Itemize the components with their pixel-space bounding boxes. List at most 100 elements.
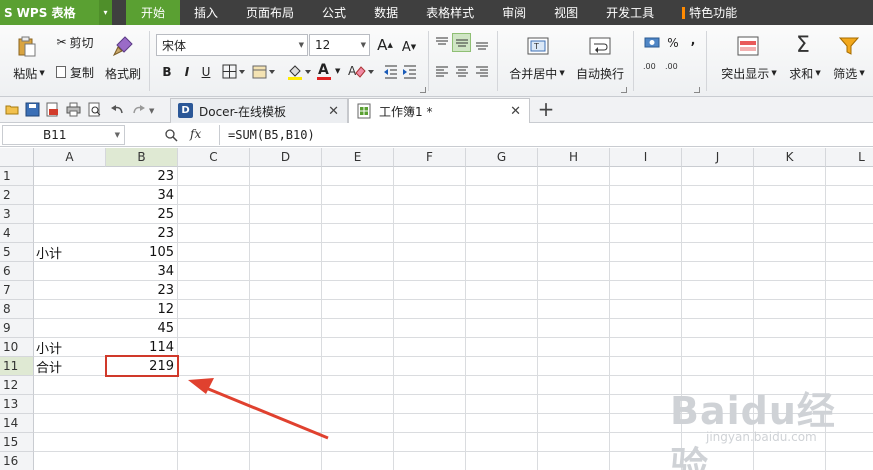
column-header-c[interactable]: C (178, 148, 250, 167)
row-header-1[interactable]: 1 (0, 167, 34, 186)
clear-format-icon[interactable]: A (347, 63, 375, 81)
cell-b6[interactable]: 34 (106, 262, 178, 281)
align-top-icon[interactable] (434, 35, 450, 51)
align-middle-button[interactable] (452, 33, 471, 52)
align-left-icon[interactable] (434, 64, 450, 80)
tab-docer[interactable]: D Docer-在线模板 ✕ (170, 98, 348, 123)
sum-button[interactable]: 求和 ▼ (785, 65, 825, 81)
column-header-d[interactable]: D (250, 148, 322, 167)
filter-button[interactable]: 筛选 ▼ (828, 65, 870, 81)
chevron-down-icon[interactable]: ▼ (149, 107, 154, 115)
menu-insert[interactable]: 插入 (180, 0, 232, 25)
save-icon[interactable] (25, 102, 40, 117)
indent-decrease-icon[interactable] (383, 64, 399, 80)
cell-b4[interactable]: 23 (106, 224, 178, 243)
cell-b8[interactable]: 12 (106, 300, 178, 319)
cell-b1[interactable]: 23 (106, 167, 178, 186)
alignment-dialog-launcher[interactable] (621, 87, 627, 93)
row-header-13[interactable]: 13 (0, 395, 34, 414)
zoom-function-icon[interactable] (164, 128, 178, 142)
highlight-button[interactable]: 突出显示 ▼ (717, 65, 781, 81)
align-right-icon[interactable] (474, 64, 490, 80)
currency-icon[interactable] (644, 35, 662, 51)
close-icon[interactable]: ✕ (510, 104, 521, 119)
cell-b9[interactable]: 45 (106, 319, 178, 338)
font-name-select[interactable]: 宋体 ▼ (156, 34, 308, 56)
paste-button[interactable]: 粘贴 ▼ (9, 65, 49, 81)
menu-developer[interactable]: 开发工具 (592, 0, 668, 25)
row-header-3[interactable]: 3 (0, 205, 34, 224)
font-color-button[interactable]: A ▼ (316, 62, 342, 81)
name-box[interactable]: B11 ▼ (2, 125, 125, 145)
underline-button[interactable]: U (198, 64, 214, 80)
app-dropdown-button[interactable]: ▾ (99, 0, 112, 25)
paste-icon[interactable] (16, 35, 38, 57)
row-header-9[interactable]: 9 (0, 319, 34, 338)
select-all-corner[interactable] (0, 148, 34, 167)
number-dialog-launcher[interactable] (694, 87, 700, 93)
column-header-k[interactable]: K (754, 148, 826, 167)
cell-b7[interactable]: 23 (106, 281, 178, 300)
cell-a10[interactable]: 小计 (34, 338, 106, 357)
export-pdf-icon[interactable] (45, 102, 60, 117)
row-header-5[interactable]: 5 (0, 243, 34, 262)
column-header-b[interactable]: B (106, 148, 178, 167)
menu-page-layout[interactable]: 页面布局 (232, 0, 308, 25)
copy-button[interactable]: 复制 (52, 64, 98, 80)
percent-button[interactable]: % (665, 35, 681, 51)
indent-increase-icon[interactable] (402, 64, 418, 80)
cell-a11[interactable]: 合计 (34, 357, 106, 376)
wrap-text-button[interactable]: 自动换行 (573, 65, 627, 81)
menu-home[interactable]: 开始 (126, 0, 181, 25)
row-header-15[interactable]: 15 (0, 433, 34, 452)
row-header-8[interactable]: 8 (0, 300, 34, 319)
open-folder-icon[interactable] (5, 102, 20, 117)
row-header-6[interactable]: 6 (0, 262, 34, 281)
app-menu-button[interactable]: S WPS 表格 (0, 0, 99, 25)
print-preview-icon[interactable] (87, 102, 102, 117)
cut-button[interactable]: ✂ 剪切 (52, 34, 98, 50)
wrap-text-icon[interactable] (589, 35, 611, 57)
row-header-7[interactable]: 7 (0, 281, 34, 300)
column-header-f[interactable]: F (394, 148, 466, 167)
row-header-10[interactable]: 10 (0, 338, 34, 357)
menu-review[interactable]: 审阅 (488, 0, 540, 25)
filter-icon[interactable] (838, 35, 860, 57)
formula-input[interactable]: =SUM(B5,B10) (219, 125, 869, 145)
italic-button[interactable]: I (179, 64, 195, 80)
sum-icon[interactable]: Σ (790, 31, 816, 59)
menu-view[interactable]: 视图 (540, 0, 592, 25)
tab-workbook1[interactable]: 工作簿1 * ✕ (348, 98, 530, 123)
format-painter-icon[interactable] (112, 35, 134, 57)
row-header-12[interactable]: 12 (0, 376, 34, 395)
cell-a5[interactable]: 小计 (34, 243, 106, 262)
bold-button[interactable]: B (159, 64, 175, 80)
column-header-g[interactable]: G (466, 148, 538, 167)
font-size-select[interactable]: 12 ▼ (309, 34, 370, 56)
cell-b5[interactable]: 105 (106, 243, 178, 262)
shrink-font-button[interactable]: A ▼ (401, 39, 417, 55)
column-header-a[interactable]: A (34, 148, 106, 167)
fill-color-icon[interactable] (286, 63, 312, 81)
column-header-i[interactable]: I (610, 148, 682, 167)
insert-function-button[interactable]: fx (190, 127, 201, 141)
cell-b2[interactable]: 34 (106, 186, 178, 205)
menu-data[interactable]: 数据 (360, 0, 412, 25)
column-header-l[interactable]: L (826, 148, 873, 167)
spreadsheet-grid[interactable]: ABCDEFGHIJKL 1 2 3 4 5 6 7 8 9 10 11 12 13 14 15 16 小计小… (0, 148, 873, 470)
column-header-j[interactable]: J (682, 148, 754, 167)
row-header-4[interactable]: 4 (0, 224, 34, 243)
grow-font-button[interactable]: A ▲ (377, 36, 393, 54)
borders-icon[interactable] (222, 64, 246, 80)
close-icon[interactable]: ✕ (328, 104, 339, 119)
decrease-decimal-button[interactable]: .00 (665, 63, 685, 81)
menu-table-style[interactable]: 表格样式 (412, 0, 488, 25)
row-header-16[interactable]: 16 (0, 452, 34, 470)
conditional-format-icon[interactable] (737, 35, 759, 57)
menu-special[interactable]: 特色功能 (668, 0, 751, 25)
row-header-2[interactable]: 2 (0, 186, 34, 205)
new-tab-button[interactable]: + (537, 97, 555, 121)
align-bottom-icon[interactable] (474, 35, 490, 51)
row-header-11[interactable]: 11 (0, 357, 34, 376)
merge-center-icon[interactable]: T (527, 35, 549, 57)
